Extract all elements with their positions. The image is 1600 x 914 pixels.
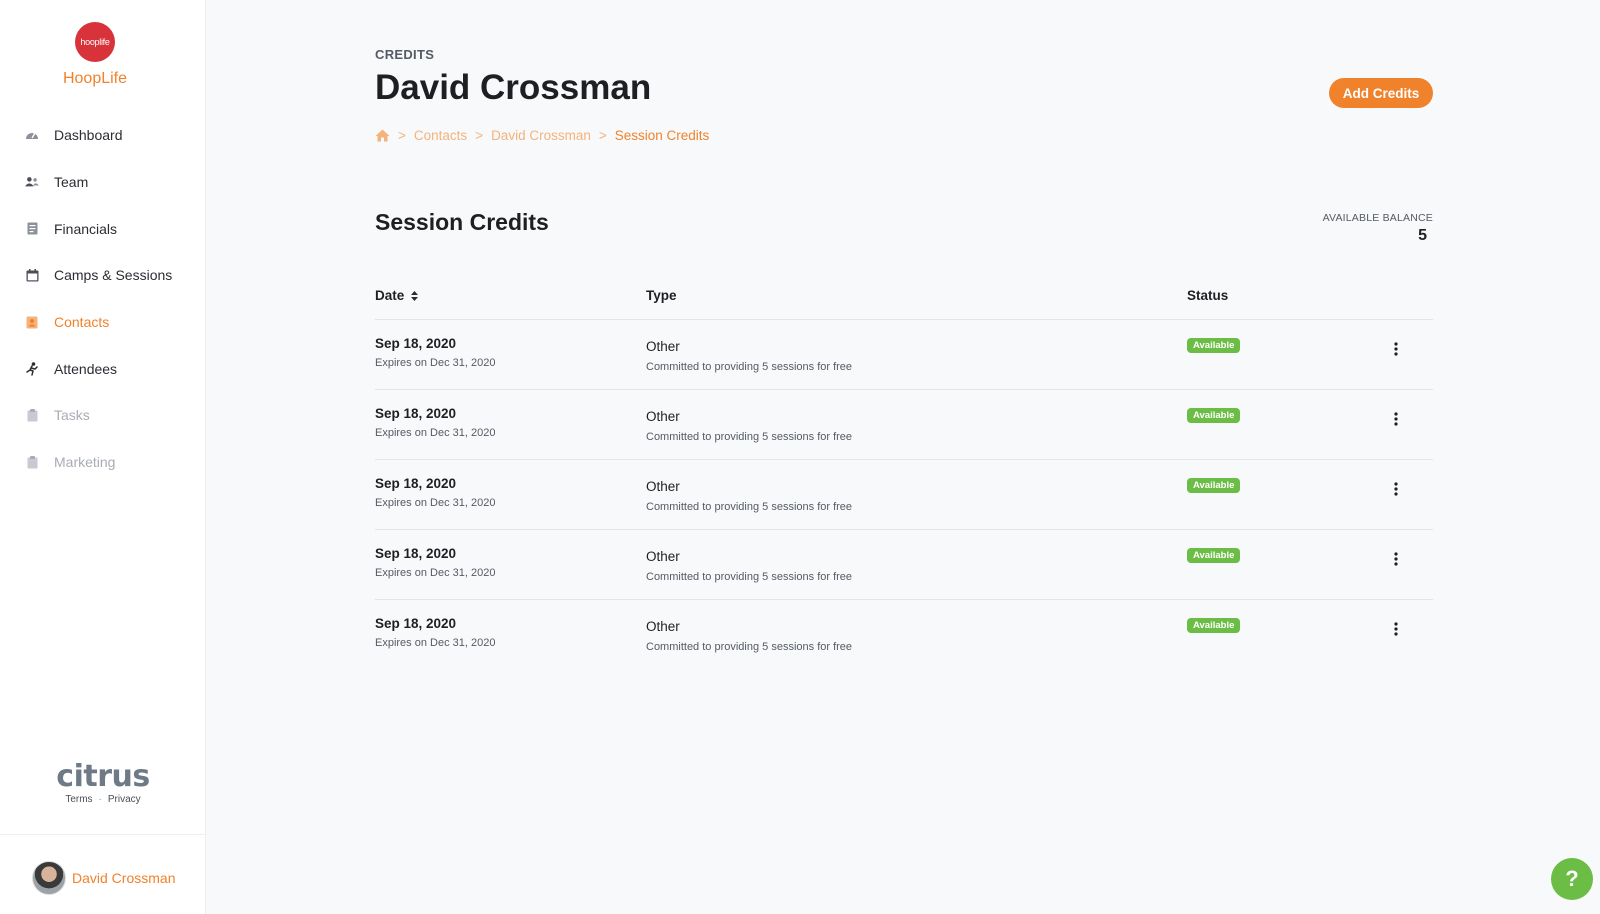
add-credits-button[interactable]: Add Credits [1329, 78, 1433, 108]
clipboard-icon [25, 455, 39, 469]
credit-date: Sep 18, 2020 [375, 406, 457, 421]
credit-expiry: Expires on Dec 31, 2020 [375, 357, 496, 369]
available-balance: AVAILABLE BALANCE 5 [1323, 212, 1433, 245]
brand[interactable]: hooplife HoopLife [0, 22, 190, 88]
credit-date: Sep 18, 2020 [375, 546, 457, 561]
table-row: Sep 18, 2020 Expires on Dec 31, 2020 Oth… [375, 530, 1433, 600]
runner-icon [25, 361, 39, 376]
credit-date: Sep 18, 2020 [375, 476, 457, 491]
credit-type: Other [646, 619, 680, 634]
contact-card-icon [25, 315, 39, 329]
more-options-icon[interactable] [1389, 480, 1403, 498]
sidebar-item-label: Contacts [54, 314, 110, 331]
sidebar-item-attendees[interactable]: Attendees [0, 345, 206, 392]
column-header-label: Date [375, 288, 405, 303]
credit-type: Other [646, 549, 680, 564]
status-badge: Available [1187, 408, 1241, 423]
credit-date: Sep 18, 2020 [375, 336, 457, 351]
table-row: Sep 18, 2020 Expires on Dec 31, 2020 Oth… [375, 320, 1433, 390]
page-title: David Crossman [375, 68, 652, 107]
calendar-icon [25, 268, 39, 282]
brand-name[interactable]: HoopLife [0, 70, 190, 88]
breadcrumb-separator: > [598, 128, 607, 143]
status-badge: Available [1187, 618, 1241, 633]
breadcrumb-separator: > [475, 128, 484, 143]
status-badge: Available [1187, 478, 1241, 493]
credit-type: Other [646, 409, 680, 424]
sidebar-item-contacts[interactable]: Contacts [0, 299, 206, 346]
table-row: Sep 18, 2020 Expires on Dec 31, 2020 Oth… [375, 600, 1433, 670]
column-header-date[interactable]: Date [375, 288, 419, 303]
credits-table: Date Type Status Sep 18, 2020 Expires on… [375, 284, 1433, 670]
citrus-logo: citrus [56, 759, 150, 794]
sidebar-item-label: Marketing [54, 454, 116, 471]
more-options-icon[interactable] [1389, 620, 1403, 638]
credit-date: Sep 18, 2020 [375, 616, 457, 631]
users-icon [25, 175, 39, 189]
more-options-icon[interactable] [1389, 550, 1403, 568]
footer-separator: · [98, 794, 102, 805]
sidebar-item-camps-sessions[interactable]: Camps & Sessions [0, 252, 206, 299]
status-badge: Available [1187, 548, 1241, 563]
credit-expiry: Expires on Dec 31, 2020 [375, 427, 496, 439]
credit-type: Other [646, 479, 680, 494]
balance-value: 5 [1418, 227, 1427, 244]
sidebar-item-dashboard[interactable]: Dashboard [0, 112, 206, 159]
home-icon[interactable] [375, 129, 390, 143]
sidebar: hooplife HoopLife Dashboard Team Financi… [0, 0, 206, 914]
hooplife-logo[interactable]: hooplife [75, 22, 115, 62]
page-eyebrow: CREDITS [375, 47, 435, 62]
credit-expiry: Expires on Dec 31, 2020 [375, 637, 496, 649]
sort-icon[interactable] [410, 290, 419, 302]
table-header: Date Type Status [375, 284, 1433, 320]
sidebar-item-label: Attendees [54, 360, 118, 377]
more-options-icon[interactable] [1389, 410, 1403, 428]
user-profile[interactable]: David Crossman [32, 861, 175, 895]
sidebar-divider [0, 834, 206, 835]
citrus-footer: citrus Terms · Privacy [0, 759, 206, 806]
sidebar-item-label: Financials [54, 220, 118, 237]
sidebar-item-tasks[interactable]: Tasks [0, 392, 206, 439]
sidebar-item-financials[interactable]: Financials [0, 205, 206, 252]
terms-link[interactable]: Terms [65, 794, 92, 805]
section-title: Session Credits [375, 209, 549, 235]
sidebar-item-label: Team [54, 174, 89, 191]
status-badge: Available [1187, 338, 1241, 353]
breadcrumb-separator: > [398, 128, 406, 143]
footer-links: Terms · Privacy [0, 794, 206, 805]
sidebar-item-label: Camps & Sessions [54, 267, 173, 284]
credit-expiry: Expires on Dec 31, 2020 [375, 567, 496, 579]
balance-label: AVAILABLE BALANCE [1322, 212, 1433, 224]
sidebar-item-team[interactable]: Team [0, 159, 206, 206]
sidebar-item-marketing[interactable]: Marketing [0, 439, 206, 486]
sidebar-item-label: Tasks [54, 407, 90, 424]
speedometer-icon [25, 128, 39, 142]
credit-description: Committed to providing 5 sessions for fr… [646, 431, 853, 443]
table-row: Sep 18, 2020 Expires on Dec 31, 2020 Oth… [375, 390, 1433, 460]
breadcrumb-contact-name[interactable]: David Crossman [491, 128, 591, 143]
user-name[interactable]: David Crossman [72, 870, 175, 886]
more-options-icon[interactable] [1389, 340, 1403, 358]
breadcrumb-contacts[interactable]: Contacts [414, 128, 467, 143]
document-icon [25, 222, 39, 236]
credit-description: Committed to providing 5 sessions for fr… [646, 361, 853, 373]
sidebar-nav: Dashboard Team Financials Camps & Sessio… [0, 112, 206, 486]
column-header-status: Status [1187, 288, 1229, 303]
privacy-link[interactable]: Privacy [108, 794, 141, 805]
column-header-type: Type [646, 288, 677, 303]
breadcrumb-current: Session Credits [614, 128, 710, 143]
table-row: Sep 18, 2020 Expires on Dec 31, 2020 Oth… [375, 460, 1433, 530]
breadcrumb: > Contacts > David Crossman > Session Cr… [375, 128, 709, 143]
credit-expiry: Expires on Dec 31, 2020 [375, 497, 496, 509]
credit-description: Committed to providing 5 sessions for fr… [646, 571, 853, 583]
credit-description: Committed to providing 5 sessions for fr… [646, 501, 853, 513]
help-button[interactable]: ? [1551, 858, 1593, 900]
credit-description: Committed to providing 5 sessions for fr… [646, 641, 853, 653]
avatar[interactable] [32, 861, 66, 895]
sidebar-item-label: Dashboard [54, 127, 123, 144]
clipboard-icon [25, 408, 39, 422]
credit-type: Other [646, 339, 680, 354]
